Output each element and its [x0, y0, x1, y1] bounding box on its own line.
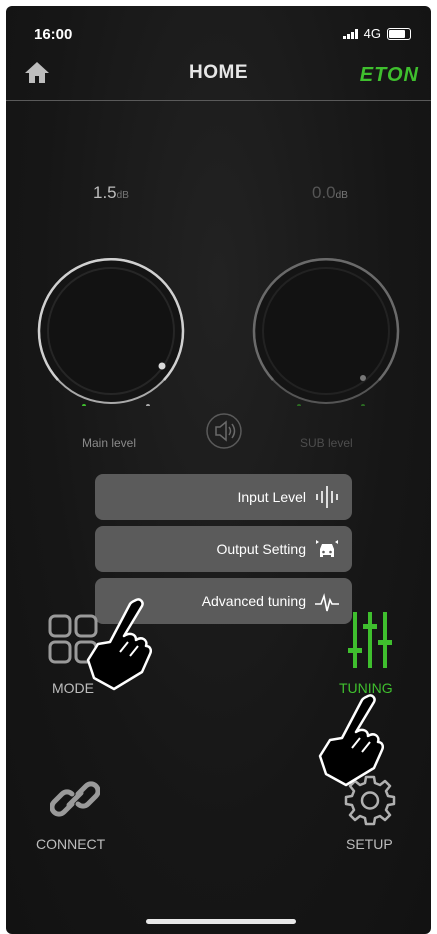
pointer-hand-icon: [318, 694, 384, 787]
brand-logo: ETON: [359, 64, 419, 86]
network-type: 4G: [363, 26, 381, 41]
status-indicators: 4G: [342, 26, 411, 41]
connect-label: CONNECT: [36, 836, 106, 852]
status-bar: 16:00 4G: [6, 6, 431, 50]
speaker-icon[interactable]: [205, 412, 243, 450]
link-icon[interactable]: [50, 774, 100, 824]
home-indicator[interactable]: [146, 919, 296, 924]
signal-icon: [342, 28, 358, 39]
pointer-hand-icon: [86, 598, 152, 691]
waveform-icon: [315, 593, 339, 612]
menu-advanced-tuning-label: Advanced tuning: [201, 593, 306, 609]
main-level-label: Main level: [82, 436, 137, 450]
setup-label: SETUP: [346, 836, 393, 852]
sub-level-value: 0.0dB: [312, 183, 348, 203]
main-level-number: 1.5: [93, 183, 117, 202]
main-level-value: 1.5dB: [93, 183, 129, 203]
menu-input-level[interactable]: Input Level: [95, 474, 352, 520]
menu-output-setting[interactable]: Output Setting: [95, 526, 352, 572]
sub-level-unit: dB: [335, 190, 348, 201]
main-level-knob[interactable]: [36, 256, 186, 406]
equalizer-icon[interactable]: [347, 610, 393, 670]
app-screen: 16:00 4G HOME ETON 1.5dB 0.0dB Main leve…: [6, 6, 431, 934]
app-header: HOME ETON: [6, 50, 431, 101]
input-level-icon: [316, 486, 338, 508]
sub-level-label: SUB level: [300, 436, 353, 450]
car-speaker-icon: [316, 540, 338, 557]
menu-output-setting-label: Output Setting: [216, 541, 306, 557]
menu-input-level-label: Input Level: [237, 489, 307, 505]
sub-level-number: 0.0: [312, 183, 336, 202]
sub-level-knob[interactable]: [251, 256, 401, 406]
battery-icon: [387, 27, 411, 40]
main-level-unit: dB: [116, 190, 129, 201]
status-time: 16:00: [34, 26, 73, 43]
